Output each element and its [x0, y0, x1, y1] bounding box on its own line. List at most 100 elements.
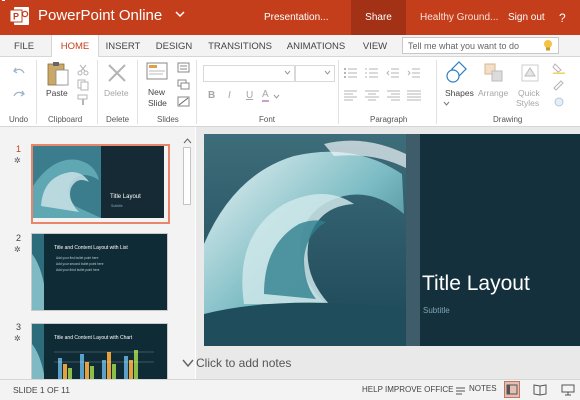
- tab-view[interactable]: VIEW: [358, 35, 392, 57]
- decrease-indent-icon[interactable]: [386, 67, 400, 78]
- group-label-clipboard: Clipboard: [48, 115, 83, 124]
- thumbnail-bullet: Add your first bullet point here: [56, 256, 99, 260]
- reading-view-icon[interactable]: [533, 383, 547, 396]
- new-slide-label-line1: New: [148, 87, 166, 97]
- thumbnail-number: 3: [16, 322, 22, 332]
- slideshow-view-icon[interactable]: [561, 383, 575, 396]
- align-right-icon[interactable]: [386, 90, 400, 101]
- app-title: PowerPoint Online: [38, 7, 163, 24]
- chevron-down-icon: [324, 70, 331, 75]
- quick-styles-label-line2: Styles: [516, 98, 540, 108]
- new-slide-icon[interactable]: [145, 60, 169, 82]
- tell-me-search-box[interactable]: Tell me what you want to do: [402, 37, 559, 54]
- bullets-icon[interactable]: [344, 67, 358, 78]
- slide-subtitle[interactable]: Subtitle: [423, 306, 450, 315]
- scrollbar-thumb[interactable]: [183, 147, 191, 205]
- cut-icon[interactable]: [77, 64, 89, 76]
- bold-button[interactable]: B: [208, 90, 215, 101]
- thumbnail-title: Title and Content Layout with Chart: [54, 335, 133, 341]
- shape-fill-icon[interactable]: [552, 62, 566, 74]
- delete-label: Delete: [104, 88, 129, 98]
- thumbnail-subtitle: Subtitle: [111, 204, 123, 208]
- arrange-icon[interactable]: [483, 62, 505, 84]
- tab-file[interactable]: FILE: [8, 35, 40, 57]
- shape-outline-icon[interactable]: [552, 79, 566, 91]
- shapes-label: Shapes: [445, 88, 474, 98]
- group-label-drawing: Drawing: [493, 115, 523, 124]
- document-name[interactable]: Presentation...: [264, 12, 328, 23]
- group-label-slides: Slides: [157, 115, 179, 124]
- chevron-down-icon[interactable]: [173, 7, 187, 21]
- thumbnail-bullet: Add your second bullet point here: [56, 262, 104, 266]
- slide-thumbnail-1-art: [33, 146, 164, 218]
- thumbnail-bullet: Add your third bullet point here: [56, 268, 100, 272]
- slide-thumbnail-2-wave-strip: [32, 234, 44, 310]
- quick-styles-label-line1: Quick: [518, 88, 540, 98]
- tab-transitions[interactable]: TRANSITIONS: [206, 35, 274, 57]
- share-button[interactable]: Share: [351, 0, 406, 35]
- animation-star-icon: ✲: [14, 156, 21, 165]
- align-center-icon[interactable]: [365, 90, 379, 101]
- chevron-down-icon: [284, 70, 291, 75]
- font-family-dropdown[interactable]: [203, 65, 295, 82]
- notes-pane[interactable]: Click to add notes: [182, 352, 580, 374]
- slide-thumbnail-2[interactable]: Title and Content Layout with List Add y…: [31, 233, 168, 311]
- notes-toggle[interactable]: NOTES: [469, 384, 497, 393]
- thumbnail-title: Title Layout: [110, 194, 141, 200]
- redo-icon[interactable]: [12, 87, 26, 101]
- ribbon-divider: [97, 60, 98, 124]
- notes-icon[interactable]: [455, 385, 466, 395]
- slide-thumbnail-3[interactable]: Title and Content Layout with Chart: [31, 323, 168, 380]
- arrange-label: Arrange: [478, 88, 509, 98]
- group-label-font: Font: [259, 115, 276, 124]
- wave-photo: [204, 134, 580, 346]
- thumbnail-number: 1: [16, 144, 22, 154]
- underline-button[interactable]: U: [246, 90, 253, 101]
- chevron-down-icon[interactable]: [273, 94, 280, 100]
- layout-icon[interactable]: [177, 62, 190, 73]
- tab-insert[interactable]: INSERT: [103, 35, 143, 57]
- animation-star-icon: ✲: [14, 245, 21, 254]
- ribbon-divider: [436, 60, 437, 124]
- format-painter-icon[interactable]: [77, 94, 89, 106]
- tab-home[interactable]: HOME: [51, 35, 99, 58]
- paste-icon[interactable]: [44, 61, 72, 87]
- sign-out-link[interactable]: Sign out: [508, 12, 545, 23]
- hide-slide-icon[interactable]: [177, 96, 190, 107]
- scroll-up-icon[interactable]: [183, 137, 192, 144]
- thumbnail-scrollbar[interactable]: [181, 135, 194, 377]
- notes-placeholder: Click to add notes: [196, 356, 292, 370]
- italic-button[interactable]: I: [228, 90, 231, 101]
- slide-thumbnail-1[interactable]: Title Layout Subtitle: [31, 144, 170, 224]
- svg-text:P: P: [13, 12, 19, 22]
- current-slide[interactable]: Title Layout Subtitle: [204, 134, 580, 346]
- align-left-icon[interactable]: [344, 90, 358, 101]
- user-name: Healthy Ground...: [420, 12, 499, 23]
- help-icon[interactable]: ?: [559, 11, 566, 25]
- group-label-undo: Undo: [9, 115, 29, 124]
- slide-counter: SLIDE 1 OF 11: [13, 385, 71, 395]
- chevron-down-icon[interactable]: [443, 101, 450, 107]
- help-improve-office-link[interactable]: HELP IMPROVE OFFICE: [362, 385, 453, 394]
- ribbon-divider: [338, 60, 339, 124]
- duplicate-slide-icon[interactable]: [177, 79, 190, 90]
- shapes-icon[interactable]: [445, 61, 471, 85]
- font-color-button[interactable]: A: [262, 89, 269, 102]
- quick-styles-icon[interactable]: [519, 62, 541, 84]
- undo-icon[interactable]: [12, 64, 26, 78]
- paste-label: Paste: [46, 88, 68, 98]
- tab-animations[interactable]: ANIMATIONS: [285, 35, 347, 57]
- shape-effects-icon[interactable]: [552, 96, 566, 108]
- slide-title[interactable]: Title Layout: [422, 272, 530, 296]
- numbering-icon[interactable]: [365, 67, 379, 78]
- justify-icon[interactable]: [407, 90, 421, 101]
- copy-icon[interactable]: [77, 79, 89, 91]
- tab-design[interactable]: DESIGN: [153, 35, 195, 57]
- increase-indent-icon[interactable]: [407, 67, 421, 78]
- new-slide-label-line2: Slide: [148, 98, 167, 108]
- ribbon-divider: [137, 60, 138, 124]
- chevron-down-icon[interactable]: [182, 359, 194, 368]
- delete-icon[interactable]: [106, 62, 128, 84]
- powerpoint-logo-icon: P: [10, 7, 29, 25]
- normal-view-button[interactable]: [504, 381, 520, 398]
